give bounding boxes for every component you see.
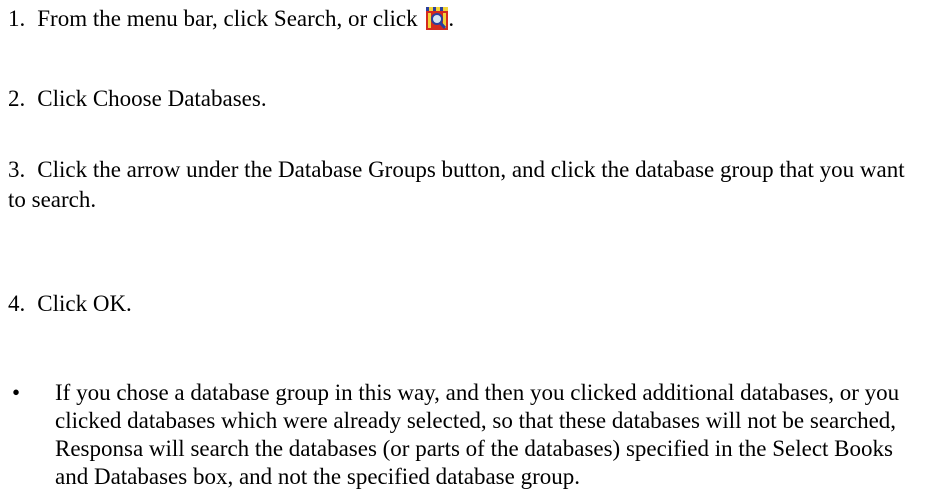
step-text: Click OK. bbox=[37, 291, 132, 316]
step-number: 4. bbox=[8, 291, 26, 316]
step-3: 3. Click the arrow under the Database Gro… bbox=[8, 155, 913, 215]
step-1: 1. From the menu bar, click Search, or cl… bbox=[8, 4, 454, 34]
step-text: Click the arrow under the Database Group… bbox=[8, 157, 905, 212]
step-text-end: . bbox=[448, 6, 455, 31]
bullet-note: • If you chose a database group in this … bbox=[8, 379, 913, 491]
step-text: From the menu bar, click Search, or clic… bbox=[37, 6, 418, 31]
step-4: 4. Click OK. bbox=[8, 289, 132, 319]
step-number: 3. bbox=[8, 157, 26, 182]
step-text: Click Choose Databases. bbox=[37, 86, 267, 111]
step-number: 2. bbox=[8, 86, 26, 111]
bullet-text: If you chose a database group in this wa… bbox=[55, 380, 900, 489]
step-2: 2. Click Choose Databases. bbox=[8, 84, 267, 114]
bullet-marker: • bbox=[12, 380, 21, 405]
search-toolbar-icon bbox=[426, 7, 449, 30]
step-number: 1. bbox=[8, 6, 26, 31]
